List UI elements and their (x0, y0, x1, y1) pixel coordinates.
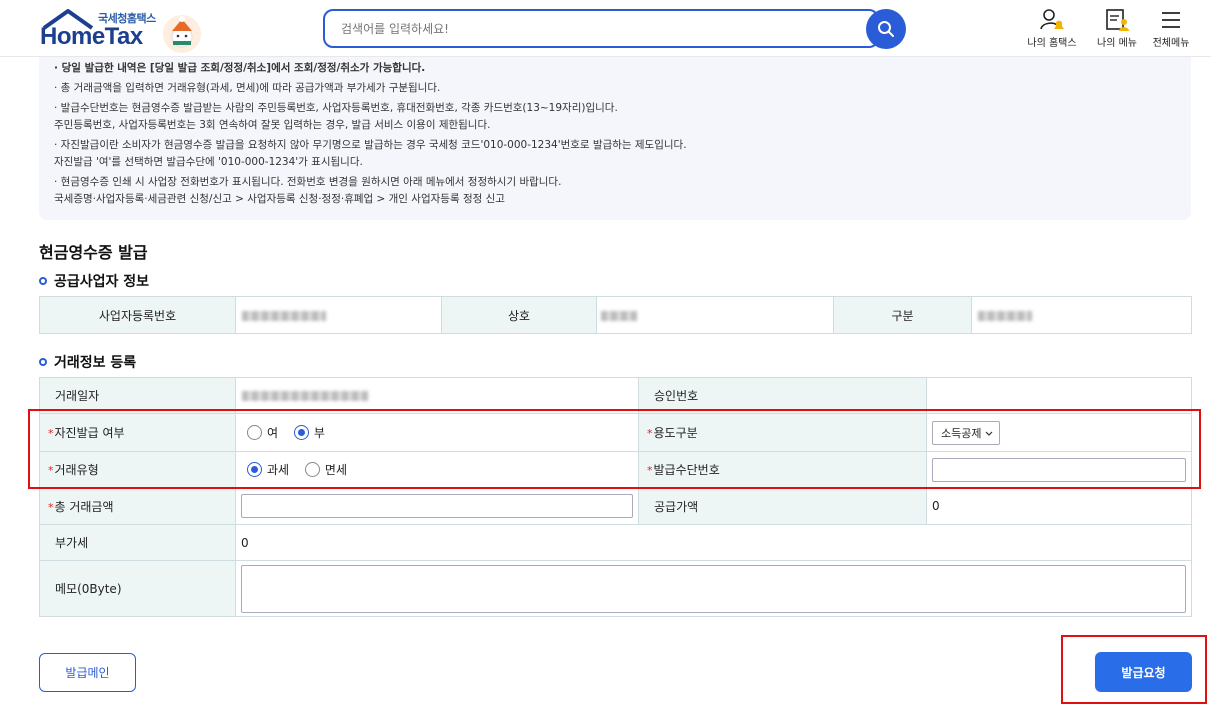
issue-main-button[interactable]: 발급메인 (39, 653, 136, 692)
search-button[interactable] (866, 9, 906, 49)
all-menu-label: 전체메뉴 (1152, 38, 1190, 49)
exempt-radio[interactable] (304, 462, 320, 477)
supplier-info-table: 사업자등록번호 상호 구분 (39, 296, 1192, 334)
self-issue-label: *자진발급 여부 (39, 413, 236, 452)
notice-line: · 발급수단번호는 현금영수증 발급받는 사람의 주민등록번호, 사업자등록번호… (54, 102, 618, 114)
search-input[interactable] (325, 11, 877, 46)
notice-line: · 총 거래금액을 입력하면 거래유형(과세, 면세)에 따라 공급가액과 부가… (54, 82, 441, 94)
approval-no-value (926, 377, 1192, 414)
chevron-down-icon (986, 431, 993, 436)
search-box (323, 9, 879, 48)
notice-line: · 자진발급이란 소비자가 현금영수증 발급을 요청하지 않아 무기명으로 발급… (54, 139, 687, 151)
self-issue-no-label[interactable]: 부 (314, 426, 325, 440)
total-amount-input[interactable] (241, 494, 633, 518)
supplier-section-label: 공급사업자 정보 (54, 274, 150, 290)
hamburger-menu-icon (1162, 12, 1180, 28)
circle-bullet-icon (39, 358, 47, 366)
supply-amount-label: 공급가액 (638, 487, 927, 525)
trade-section-label: 거래정보 등록 (54, 355, 137, 371)
self-issue-options: 여 부 (235, 413, 639, 452)
type-value (971, 296, 1192, 334)
hometax-logo[interactable]: 국세청홈택스 HomeTax (38, 8, 208, 53)
trade-info-table: 거래일자 승인번호 *자진발급 여부 여 부 *용도구분 소득공제 *거래유형 … (39, 377, 1192, 617)
my-hometax-label: 나의 홈택스 (1027, 38, 1077, 49)
notice-box: · 당일 발급한 내역은 [당일 발급 조회/정정/취소]에서 조회/정정/취소… (39, 57, 1191, 220)
all-menu-button[interactable]: 전체메뉴 (1150, 6, 1192, 49)
taxable-label[interactable]: 과세 (267, 463, 289, 477)
memo-textarea[interactable] (241, 564, 1186, 613)
notice-line: · 당일 발급한 내역은 [당일 발급 조회/정정/취소]에서 조회/정정/취소… (54, 62, 426, 74)
logo-title: HomeTax (40, 23, 143, 50)
mascot-icon (163, 15, 201, 53)
notice-line: · 현금영수증 인쇄 시 사업장 전화번호가 표시됩니다. 전화번호 변경을 원… (54, 176, 562, 188)
page-title: 현금영수증 발급 (39, 243, 148, 262)
self-issue-yes-radio[interactable] (247, 425, 262, 440)
self-issue-no-radio[interactable] (293, 425, 309, 440)
approval-no-label: 승인번호 (638, 377, 927, 414)
search-icon (878, 21, 894, 37)
company-name-label: 상호 (441, 296, 597, 334)
taxable-radio[interactable] (247, 462, 262, 477)
biz-no-value (235, 296, 442, 334)
issue-no-input[interactable] (932, 457, 1186, 482)
issue-no-label: *발급수단번호 (638, 451, 927, 488)
company-name-value (596, 296, 834, 334)
user-bell-icon (1040, 9, 1064, 30)
issue-request-button[interactable]: 발급요청 (1095, 652, 1192, 692)
trade-type-label: *거래유형 (39, 451, 236, 488)
usage-label: *용도구분 (638, 413, 927, 452)
type-label: 구분 (833, 296, 972, 334)
circle-bullet-icon (39, 277, 47, 285)
memo-label: 메모(0Byte) (39, 560, 236, 617)
trade-date-label: 거래일자 (39, 377, 236, 414)
supply-amount-value: 0 (926, 487, 1192, 525)
trade-type-options: 과세 면세 (235, 451, 639, 488)
total-amount-label: *총 거래금액 (39, 487, 236, 525)
my-menu-button[interactable]: 나의 메뉴 (1092, 6, 1142, 49)
usage-select[interactable]: 소득공제 (932, 420, 1001, 445)
document-user-icon (1106, 9, 1129, 31)
my-hometax-button[interactable]: 나의 홈택스 (1024, 6, 1080, 49)
vat-value: 0 (235, 524, 1192, 561)
site-header: 국세청홈택스 HomeTax 검색어를 입력하세요! 나의 홈택스 나의 메뉴 … (0, 0, 1211, 57)
self-issue-yes-label[interactable]: 여 (267, 426, 278, 440)
trade-section-title: 거래정보 등록 (39, 352, 136, 372)
exempt-label[interactable]: 면세 (325, 463, 347, 477)
supplier-section-title: 공급사업자 정보 (39, 271, 149, 291)
notice-line: 자진발급 '여'를 선택하면 발급수단에 '010-000-1234'가 표시됩… (54, 156, 363, 168)
notice-line: 국세증명·사업자등록·세금관련 신청/신고 > 사업자등록 신청·정정·휴폐업 … (54, 193, 505, 205)
notice-line: 주민등록번호, 사업자등록번호는 3회 연속하여 잘못 입력하는 경우, 발급 … (54, 119, 491, 131)
trade-date-value (235, 377, 639, 414)
biz-no-label: 사업자등록번호 (39, 296, 236, 334)
vat-label: 부가세 (39, 524, 236, 561)
my-menu-label: 나의 메뉴 (1097, 38, 1137, 49)
